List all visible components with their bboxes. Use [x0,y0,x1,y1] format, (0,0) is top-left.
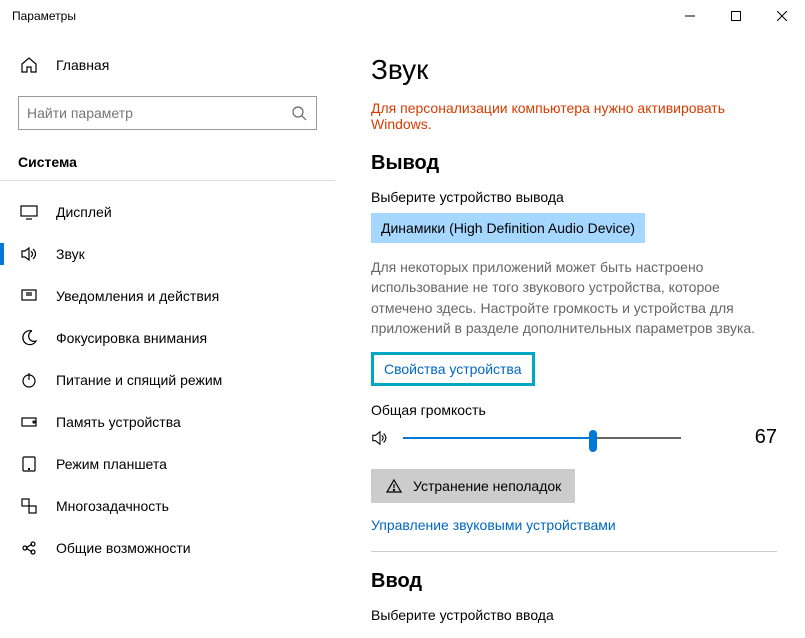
troubleshoot-button[interactable]: Устранение неполадок [371,469,575,503]
close-button[interactable] [759,0,805,32]
window-controls [667,0,805,32]
sidebar-item-display[interactable]: Дисплей [0,191,335,233]
input-device-label: Выберите устройство ввода [371,607,777,623]
tablet-icon [20,455,38,473]
sidebar-item-storage[interactable]: Память устройства [0,401,335,443]
warning-icon [385,477,403,495]
section-title: Система [0,148,335,181]
output-device-label: Выберите устройство вывода [371,189,777,205]
nav-list: Дисплей Звук Уведомления и действия Фоку… [0,191,335,569]
sidebar-item-label: Питание и спящий режим [56,372,222,388]
multitask-icon [20,497,38,515]
sidebar-item-tablet[interactable]: Режим планшета [0,443,335,485]
output-device-dropdown[interactable]: Динамики (High Definition Audio Device) [371,213,645,243]
window-title: Параметры [12,9,76,23]
search-input[interactable] [27,105,290,121]
volume-row: 67 [371,426,777,449]
titlebar: Параметры [0,0,805,32]
home-nav[interactable]: Главная [0,48,335,82]
sound-icon [20,245,38,263]
slider-thumb[interactable] [589,430,597,452]
minimize-button[interactable] [667,0,713,32]
sidebar-item-notifications[interactable]: Уведомления и действия [0,275,335,317]
sidebar-item-label: Режим планшета [56,456,167,472]
sidebar: Главная Система Дисплей Звук Уведомления… [0,32,335,638]
sidebar-item-label: Общие возможности [56,540,191,556]
divider [371,551,777,552]
device-properties-link[interactable]: Свойства устройства [371,352,535,386]
slider-fill [403,437,589,439]
sidebar-item-shared[interactable]: Общие возможности [0,527,335,569]
share-icon [20,539,38,557]
input-header: Ввод [371,570,777,593]
display-icon [20,203,38,221]
home-label: Главная [56,57,109,73]
home-icon [20,56,38,74]
output-device-value: Динамики (High Definition Audio Device) [381,220,635,236]
sidebar-item-label: Фокусировка внимания [56,330,207,346]
search-icon [290,104,308,122]
page-title: Звук [371,54,777,86]
activation-notice: Для персонализации компьютера нужно акти… [371,100,777,132]
sidebar-item-label: Уведомления и действия [56,288,219,304]
volume-slider[interactable] [403,437,681,439]
sidebar-item-power[interactable]: Питание и спящий режим [0,359,335,401]
sidebar-item-sound[interactable]: Звук [0,233,335,275]
volume-value: 67 [755,426,777,449]
speaker-icon[interactable] [371,429,389,447]
search-box[interactable] [18,96,317,130]
manage-devices-link[interactable]: Управление звуковыми устройствами [371,517,616,533]
sidebar-item-label: Многозадачность [56,498,169,514]
storage-icon [20,413,38,431]
sidebar-item-focus[interactable]: Фокусировка внимания [0,317,335,359]
sidebar-item-label: Дисплей [56,204,112,220]
power-icon [20,371,38,389]
master-volume-label: Общая громкость [371,402,777,418]
notification-icon [20,287,38,305]
sidebar-item-label: Звук [56,246,85,262]
maximize-button[interactable] [713,0,759,32]
output-help-text: Для некоторых приложений может быть наст… [371,257,777,338]
sidebar-item-multitask[interactable]: Многозадачность [0,485,335,527]
output-header: Вывод [371,152,777,175]
sidebar-item-label: Память устройства [56,414,181,430]
content-pane: Звук Для персонализации компьютера нужно… [335,32,805,638]
moon-icon [20,329,38,347]
